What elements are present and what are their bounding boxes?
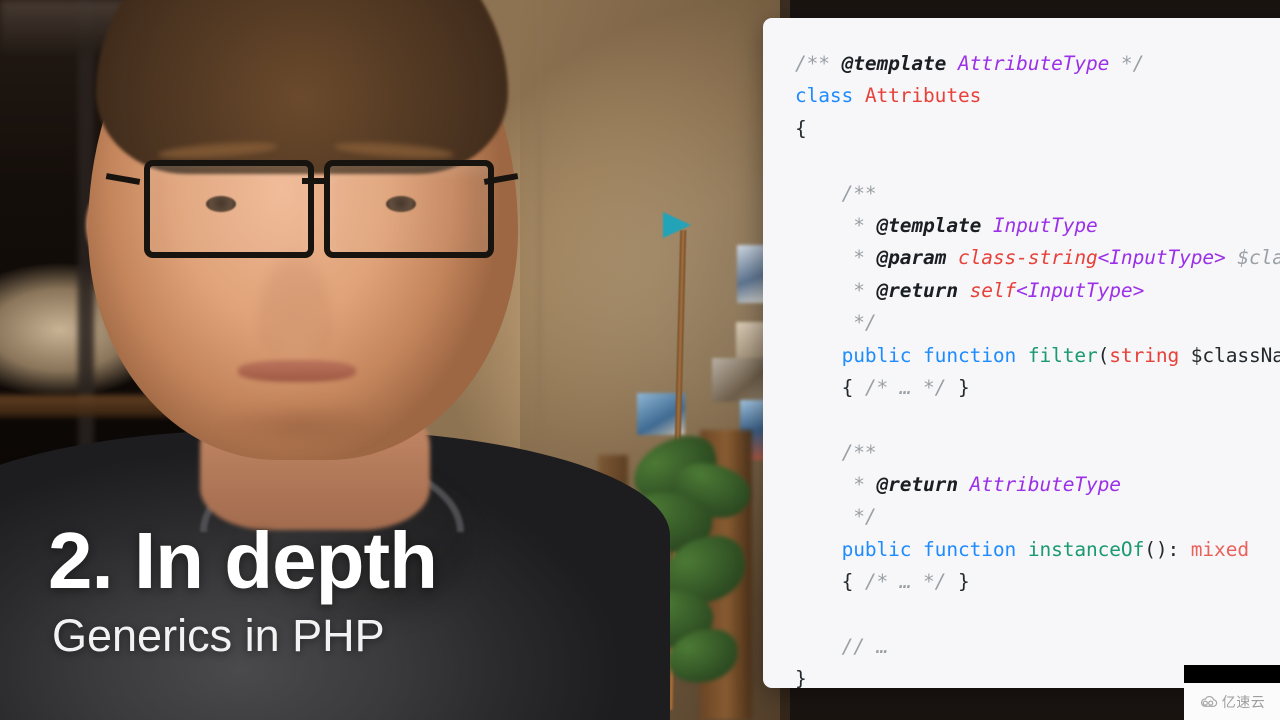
teal-flag: [663, 212, 691, 238]
page-title: 2. In depth: [48, 516, 438, 605]
code-block: /** @template AttributeType */ class Attr…: [763, 18, 1280, 688]
code-line: /**: [841, 181, 877, 205]
glasses-bridge: [302, 178, 328, 184]
code-line: * @return AttributeType: [853, 473, 1121, 497]
glasses-lens: [324, 160, 494, 258]
code-line: class Attributes: [795, 84, 982, 108]
code-line: public function instanceOf(): mixed: [841, 537, 1250, 561]
presenter-hair: [96, 0, 508, 174]
code-line: // …: [841, 635, 889, 659]
cloud-logo-icon: [1200, 695, 1217, 707]
code-line: /** @template AttributeType */: [795, 52, 1145, 75]
code-line: { /* … */ }: [841, 375, 970, 399]
page-subtitle: Generics in PHP: [52, 610, 385, 661]
watermark-text: 亿速云: [1221, 694, 1266, 711]
wall-corner-edge: [538, 0, 541, 430]
code-line: * @param class-string<InputType> $classN…: [853, 246, 1280, 270]
eyeglasses: [105, 139, 519, 272]
code-line: /**: [841, 440, 877, 464]
code-line: */: [853, 311, 877, 335]
slide-title-block: 2. In depth Generics in PHP: [48, 516, 438, 662]
glasses-lens: [144, 160, 314, 258]
watermark-black-bar: [1184, 665, 1280, 683]
code-panel: /** @template AttributeType */ class Attr…: [763, 18, 1280, 688]
watermark: 亿速云: [1184, 683, 1280, 720]
code-line: * @template InputType: [853, 213, 1098, 237]
code-line: {: [795, 116, 807, 140]
chin-shadow: [210, 400, 390, 450]
code-line: * @return self<InputType>: [853, 278, 1145, 302]
code-line: */: [853, 505, 877, 529]
slide-canvas: 2. In depth Generics in PHP /** @templat…: [0, 0, 1280, 720]
code-line: public function filter(string $className…: [841, 343, 1280, 367]
code-line: { /* … */ }: [841, 570, 970, 594]
mouth: [238, 360, 356, 382]
